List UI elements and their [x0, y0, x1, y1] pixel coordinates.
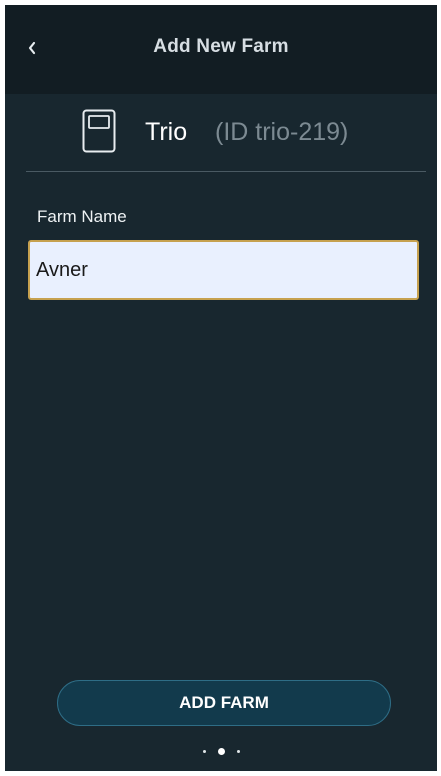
divider	[26, 171, 426, 172]
farm-name-label: Farm Name	[37, 207, 127, 226]
add-new-farm-screen: Add New Farm Trio (ID trio-219) Farm Nam…	[5, 5, 437, 771]
page-dot-2-active	[217, 748, 225, 756]
header-bar: Add New Farm	[5, 5, 437, 94]
add-farm-button[interactable]: ADD FARM	[57, 680, 391, 726]
page-dot-3	[236, 750, 240, 754]
device-name: Trio	[145, 118, 188, 146]
device-id: (ID trio-219)	[215, 118, 349, 146]
controller-device-icon	[82, 109, 116, 153]
page-dot-1	[202, 750, 206, 754]
farm-name-input[interactable]	[28, 240, 419, 300]
device-info: Trio (ID trio-219)	[5, 108, 437, 158]
page-indicator	[5, 743, 437, 756]
page-title: Add New Farm	[153, 36, 289, 57]
